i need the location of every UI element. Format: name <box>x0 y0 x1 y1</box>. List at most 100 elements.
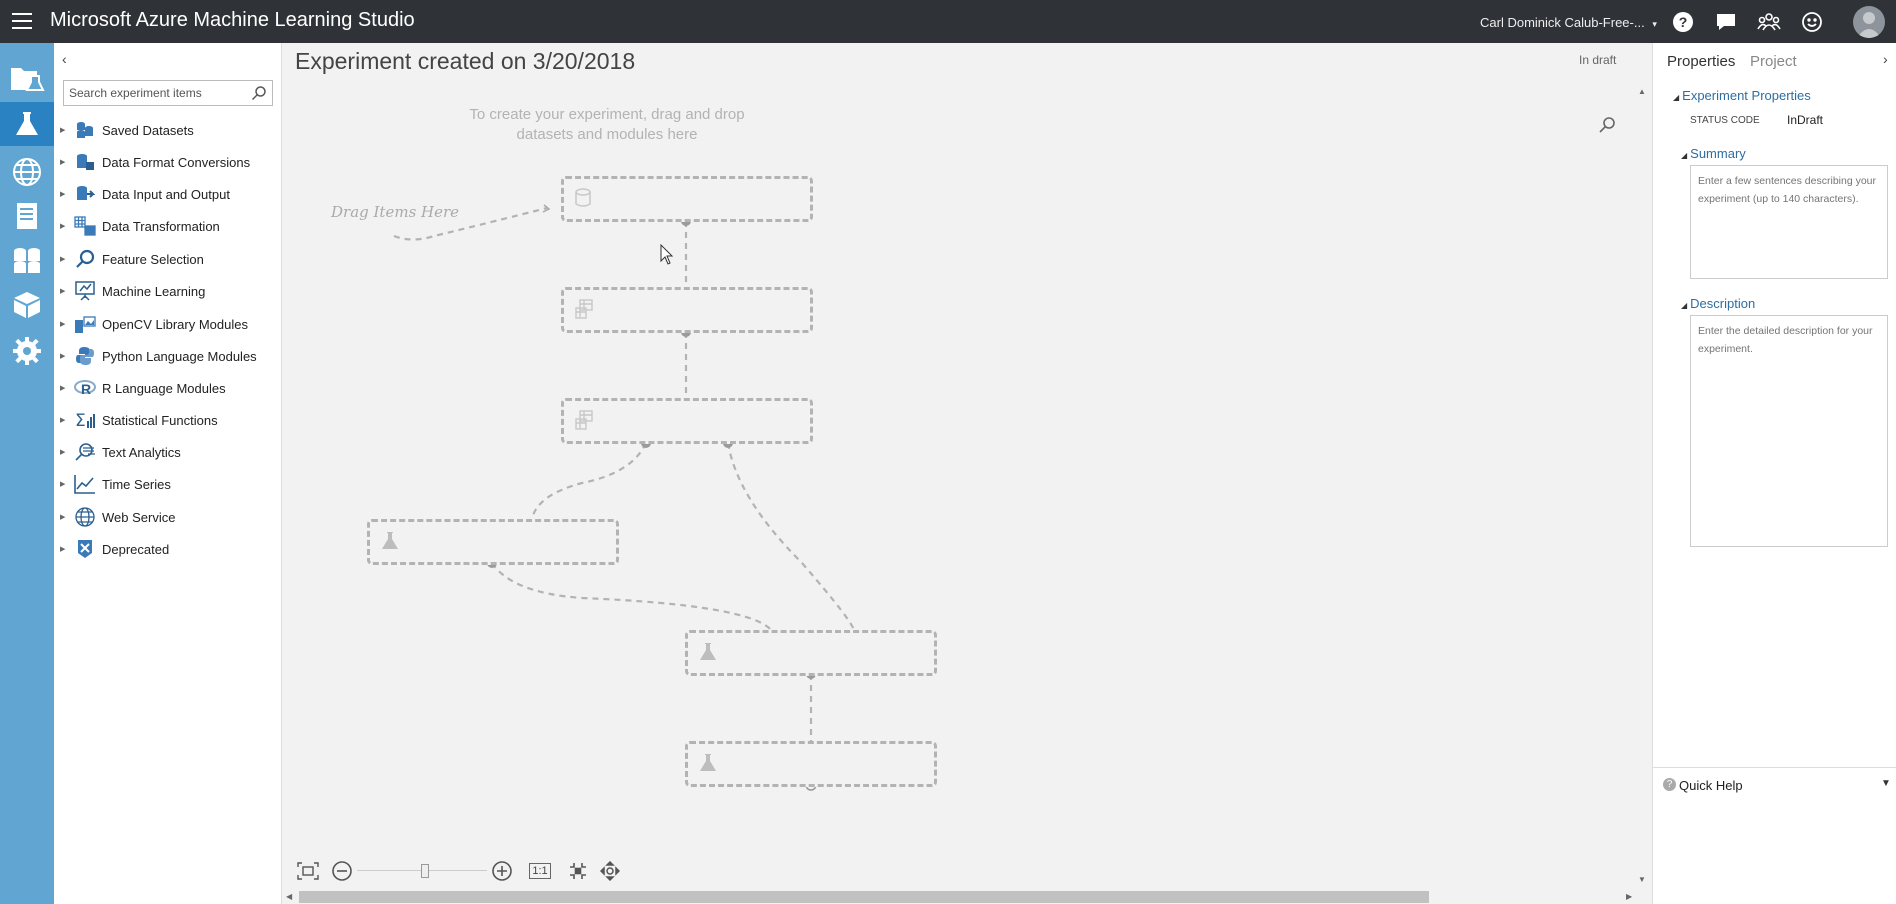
settings-icon[interactable] <box>0 329 54 373</box>
chevron-down-icon: ▾ <box>1652 19 1657 29</box>
hamburger-menu-icon[interactable] <box>12 13 32 29</box>
category-label: Saved Datasets <box>102 122 194 138</box>
avatar[interactable] <box>1853 6 1885 38</box>
experiment-node-3[interactable] <box>685 741 937 787</box>
zoom-slider-thumb[interactable] <box>421 864 429 878</box>
top-bar: Microsoft Azure Machine Learning Studio … <box>0 0 1896 43</box>
scroll-left-arrow[interactable]: ◀ <box>286 892 292 901</box>
actual-size-button[interactable]: 1:1 <box>529 860 551 882</box>
section-title: Experiment Properties <box>1682 88 1811 103</box>
experiment-node-2[interactable] <box>685 630 937 676</box>
web-services-icon[interactable] <box>0 150 54 194</box>
nav-rail <box>0 43 54 904</box>
zoom-slider[interactable] <box>357 860 487 882</box>
transform-node-1[interactable] <box>561 287 813 333</box>
category-saved-datasets[interactable]: ▶ Saved Datasets <box>60 119 275 141</box>
section-summary[interactable]: ◢ Summary <box>1681 146 1746 161</box>
collapse-triangle-icon: ◢ <box>1681 301 1688 310</box>
flask-icon <box>698 642 718 667</box>
experiments-icon[interactable] <box>0 102 54 146</box>
projects-icon[interactable] <box>0 57 54 101</box>
experiment-canvas[interactable]: Experiment created on 3/20/2018 In draft… <box>282 43 1652 904</box>
transform-node-2[interactable] <box>561 398 813 444</box>
globe-icon <box>74 507 96 527</box>
user-name: Carl Dominick Calub-Free-... <box>1480 15 1645 30</box>
category-label: Deprecated <box>102 541 170 557</box>
category-r-language-modules[interactable]: ▶ R R Language Modules <box>60 377 275 399</box>
fit-to-screen-icon[interactable] <box>297 860 319 882</box>
category-label: Feature Selection <box>102 251 204 267</box>
collapse-palette-button[interactable]: ‹ <box>62 51 67 67</box>
tab-properties[interactable]: Properties <box>1667 53 1735 70</box>
category-label: Data Format Conversions <box>102 154 251 170</box>
section-title: Description <box>1690 296 1756 311</box>
zoom-to-selection-icon[interactable] <box>567 860 589 882</box>
category-label: Machine Learning <box>102 283 206 299</box>
category-machine-learning[interactable]: ▶ Machine Learning <box>60 280 275 302</box>
smiley-icon[interactable] <box>1799 9 1825 35</box>
expand-arrow-icon: ▶ <box>60 159 66 166</box>
expand-arrow-icon: ▶ <box>60 321 66 328</box>
category-time-series[interactable]: ▶ Time Series <box>60 473 275 495</box>
question-circle-icon: ? <box>1663 778 1676 791</box>
flask-icon <box>698 753 718 778</box>
experiment-node-1[interactable] <box>367 519 619 565</box>
quick-help-label[interactable]: Quick Help <box>1679 778 1743 793</box>
category-label: OpenCV Library Modules <box>102 316 248 332</box>
magnifier-icon <box>74 249 96 269</box>
zoom-in-icon[interactable] <box>491 860 513 882</box>
svg-text:R: R <box>81 381 91 397</box>
expand-arrow-icon: ▶ <box>60 514 66 521</box>
chevron-down-icon[interactable]: ▼ <box>1881 778 1891 789</box>
category-label: Time Series <box>102 476 171 492</box>
section-description[interactable]: ◢ Description <box>1681 296 1755 311</box>
summary-textarea[interactable] <box>1690 165 1888 279</box>
trained-models-icon[interactable] <box>0 283 54 327</box>
category-label: Web Service <box>102 509 176 525</box>
category-data-format-conversions[interactable]: ▶ Data Format Conversions <box>60 151 275 173</box>
svg-text:Σ: Σ <box>75 411 86 430</box>
flask-icon <box>380 531 400 556</box>
search-box <box>63 80 273 106</box>
datasets-icon[interactable] <box>0 238 54 282</box>
expand-arrow-icon: ▶ <box>60 191 66 198</box>
pan-icon[interactable] <box>599 860 621 882</box>
sigma-chart-icon: Σ <box>74 410 96 430</box>
tab-project[interactable]: Project <box>1750 53 1797 70</box>
horizontal-scrollbar[interactable]: ◀ ▶ <box>282 887 1652 904</box>
scroll-right-arrow[interactable]: ▶ <box>1626 892 1632 901</box>
user-menu[interactable]: Carl Dominick Calub-Free-... ▾ <box>1480 15 1657 30</box>
input-output-icon <box>74 184 96 204</box>
feedback-icon[interactable] <box>1713 9 1739 35</box>
help-icon[interactable]: ? <box>1670 9 1696 35</box>
expand-arrow-icon: ▶ <box>60 449 66 456</box>
description-textarea[interactable] <box>1690 315 1888 547</box>
category-statistical-functions[interactable]: ▶ Σ Statistical Functions <box>60 409 275 431</box>
dataset-icon <box>74 120 96 140</box>
category-web-service[interactable]: ▶ Web Service <box>60 506 275 528</box>
search-icon[interactable] <box>251 85 267 106</box>
category-label: R Language Modules <box>102 380 226 396</box>
format-conversion-icon <box>74 152 96 172</box>
collapse-properties-button[interactable]: › <box>1883 51 1888 67</box>
category-python-language-modules[interactable]: ▶ Python Language Modules <box>60 345 275 367</box>
transformation-icon <box>574 410 594 435</box>
transformation-icon <box>574 299 594 324</box>
quick-help-panel: ? Quick Help ▼ <box>1653 767 1896 904</box>
notebooks-icon[interactable] <box>0 194 54 238</box>
dataset-icon <box>574 188 592 213</box>
community-icon[interactable] <box>1756 9 1782 35</box>
scrollbar-thumb[interactable] <box>299 891 1429 903</box>
r-language-icon: R <box>74 378 96 398</box>
category-data-input-and-output[interactable]: ▶ Data Input and Output <box>60 183 275 205</box>
category-text-analytics[interactable]: ▶ Text Analytics <box>60 441 275 463</box>
category-deprecated[interactable]: ▶ Deprecated <box>60 538 275 560</box>
dataset-node[interactable] <box>561 176 813 222</box>
expand-arrow-icon: ▶ <box>60 256 66 263</box>
search-input[interactable] <box>64 81 244 105</box>
category-feature-selection[interactable]: ▶ Feature Selection <box>60 248 275 270</box>
zoom-out-icon[interactable] <box>331 860 353 882</box>
section-experiment-properties[interactable]: ◢ Experiment Properties <box>1673 88 1811 103</box>
category-data-transformation[interactable]: ▶ Data Transformation <box>60 215 275 237</box>
category-opencv-library-modules[interactable]: ▶ OpenCV Library Modules <box>60 313 275 335</box>
